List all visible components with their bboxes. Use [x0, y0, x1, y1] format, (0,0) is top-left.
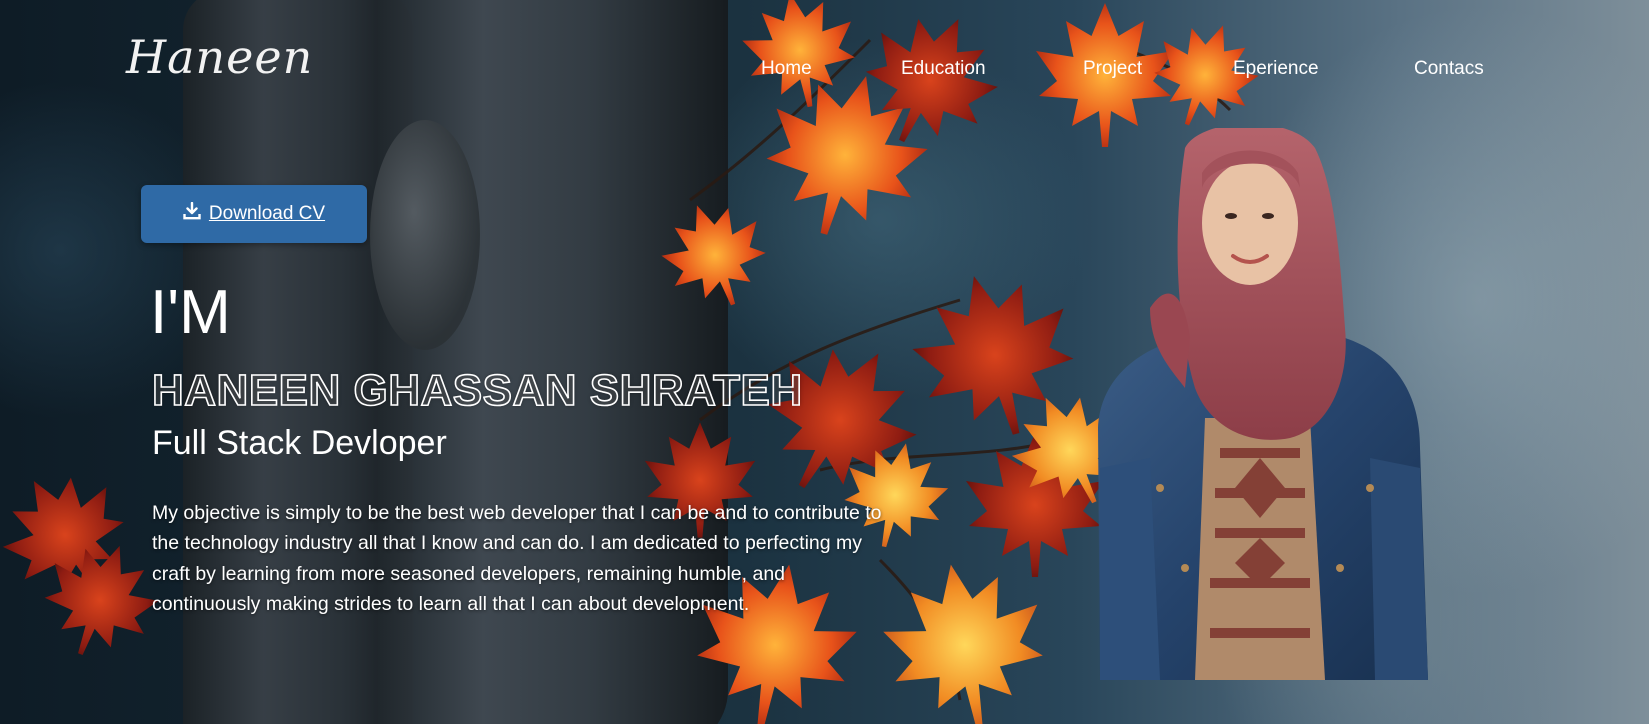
nav-project[interactable]: Project [1083, 58, 1142, 80]
greeting-heading: I'M [150, 278, 231, 347]
download-cv-button[interactable]: Download CV [141, 185, 367, 243]
download-cv-label: Download CV [208, 203, 326, 224]
download-icon [183, 201, 201, 226]
hero-section: Haneen Home Education Project Eperience … [0, 0, 1649, 724]
nav-experience[interactable]: Eperience [1233, 58, 1319, 80]
nav-education[interactable]: Education [901, 58, 986, 80]
job-title: Full Stack Devloper [152, 424, 447, 462]
nav-home[interactable]: Home [761, 58, 812, 80]
full-name-heading: HANEEN GHASSAN SHRATEH [151, 365, 803, 416]
site-logo[interactable]: Haneen [126, 30, 313, 84]
profile-photo [1098, 128, 1428, 680]
nav-contacts[interactable]: Contacs [1414, 58, 1484, 80]
objective-paragraph: My objective is simply to be the best we… [152, 501, 882, 616]
